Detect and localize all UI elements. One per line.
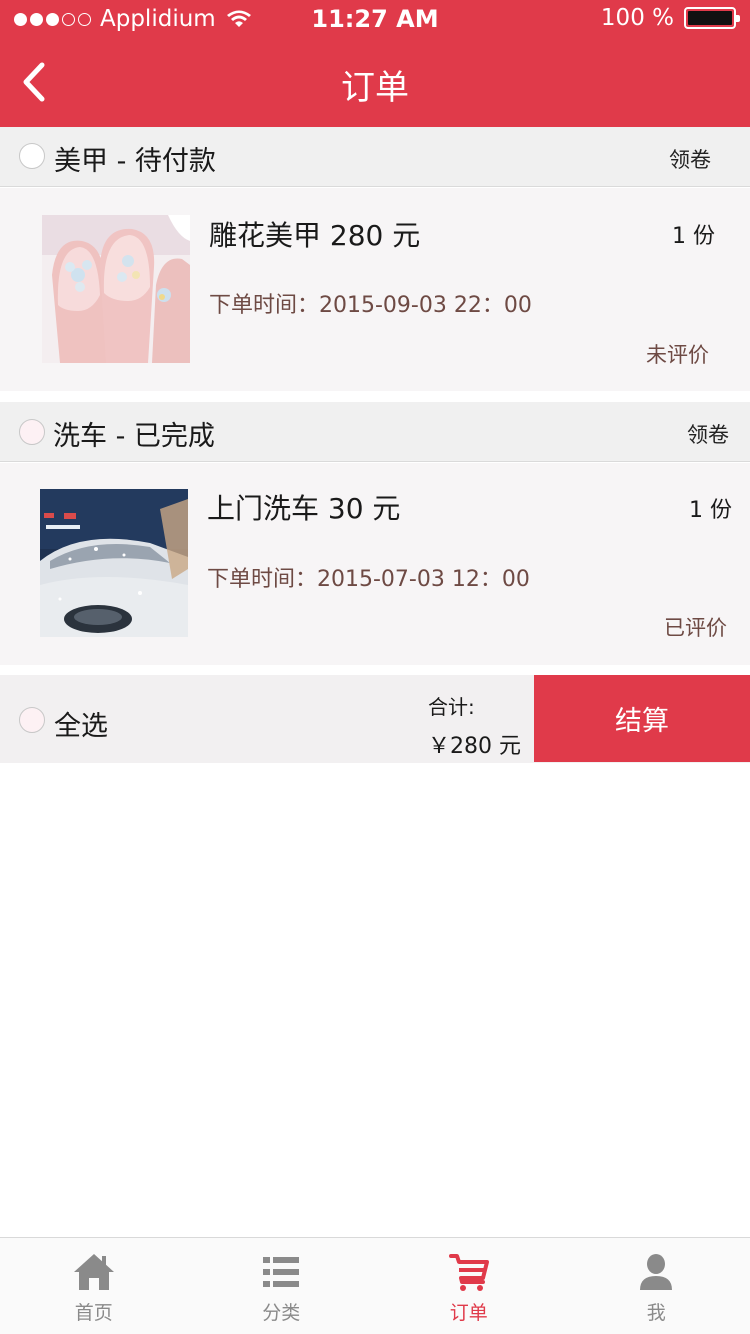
- order-select-radio[interactable]: [19, 143, 45, 169]
- user-icon: [640, 1254, 673, 1290]
- item-name: 上门洗车 30 元: [207, 492, 401, 525]
- order-time: 下单时间：2015-09-03 22：00: [209, 293, 532, 318]
- coupon-link[interactable]: 领卷: [669, 144, 711, 174]
- car-photo: [40, 489, 188, 637]
- nav-bar: 订单: [0, 40, 750, 127]
- order-section-header: 洗车 - 已完成 领卷: [0, 402, 750, 462]
- order-time: 下单时间：2015-07-03 12：00: [207, 567, 530, 592]
- order-select-radio[interactable]: [19, 419, 45, 445]
- tab-label: 我: [646, 1302, 666, 1324]
- tab-orders[interactable]: 订单: [375, 1238, 563, 1334]
- coupon-link[interactable]: 领卷: [687, 419, 729, 449]
- section-divider: [0, 391, 750, 402]
- tab-home[interactable]: 首页: [0, 1238, 188, 1334]
- cart-icon: [448, 1254, 489, 1291]
- page-title: 订单: [341, 68, 409, 108]
- settle-button[interactable]: 结算: [534, 675, 750, 762]
- app-root: Applidium 11:27 AM 100 % 订单 美甲 - 待付款 领卷 …: [0, 0, 750, 1334]
- section-divider: [0, 665, 750, 675]
- battery-percent: 100 %: [600, 5, 674, 31]
- battery-tip: [736, 15, 740, 22]
- battery-fill: [688, 11, 732, 25]
- tab-label: 分类: [262, 1302, 301, 1324]
- tab-category[interactable]: 分类: [188, 1238, 376, 1334]
- order-section-header: 美甲 - 待付款 领卷: [0, 127, 750, 187]
- review-status[interactable]: 已评价: [664, 612, 727, 642]
- item-name: 雕花美甲 280 元: [209, 219, 421, 252]
- car-wash-thumbnail: [40, 489, 188, 637]
- tab-bar: 首页 分类 订单 我: [0, 1237, 750, 1334]
- tab-label: 首页: [74, 1302, 113, 1324]
- item-quantity: 1 份: [689, 498, 732, 523]
- order-section-title: 美甲 - 待付款: [54, 146, 216, 177]
- tab-label: 订单: [449, 1302, 488, 1324]
- total-value: ￥280 元: [428, 734, 521, 759]
- select-all-radio[interactable]: [19, 707, 45, 733]
- order-item[interactable]: 上门洗车 30 元 1 份 下单时间：2015-07-03 12：00 已评价: [0, 463, 750, 665]
- tab-me[interactable]: 我: [563, 1238, 750, 1334]
- item-quantity: 1 份: [672, 224, 715, 249]
- nail-photo: [42, 215, 190, 363]
- select-all-label[interactable]: 全选: [54, 704, 108, 743]
- list-icon: [263, 1257, 300, 1287]
- total-label: 合计:: [428, 695, 475, 719]
- order-section-title: 洗车 - 已完成: [53, 421, 215, 452]
- home-icon: [73, 1254, 114, 1290]
- nail-art-thumbnail: [42, 215, 190, 363]
- header: Applidium 11:27 AM 100 % 订单: [0, 0, 750, 127]
- order-item[interactable]: 雕花美甲 280 元 1 份 下单时间：2015-09-03 22：00 未评价: [0, 188, 750, 391]
- battery-icon: [684, 7, 740, 29]
- status-bar: Applidium 11:27 AM 100 %: [0, 0, 750, 40]
- review-status[interactable]: 未评价: [646, 339, 709, 369]
- checkout-bar: 全选 合计: ￥280 元 结算: [0, 675, 750, 763]
- status-right: 100 %: [600, 5, 740, 31]
